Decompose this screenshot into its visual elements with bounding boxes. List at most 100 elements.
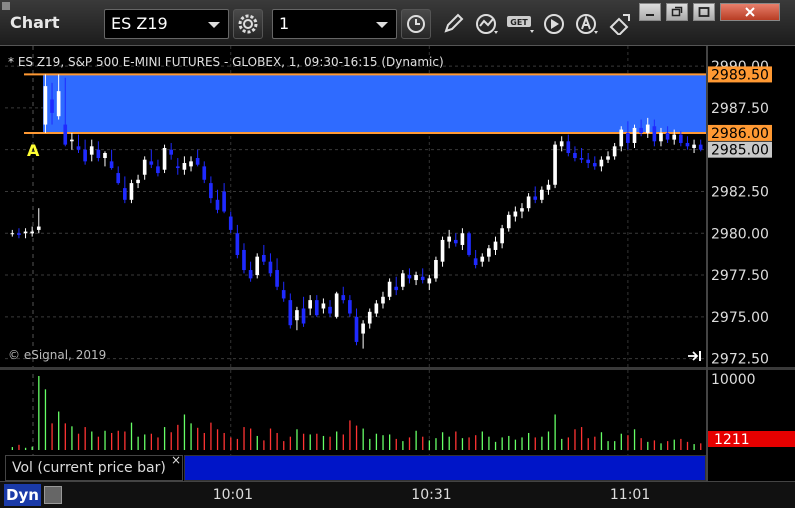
settings-button[interactable] — [233, 9, 263, 39]
x-tick-label: 10:01 — [212, 487, 254, 503]
close-window-button[interactable] — [720, 3, 780, 21]
candle-body — [328, 306, 332, 314]
candle-body — [526, 196, 531, 209]
pane-divider — [0, 367, 795, 370]
volume-bar — [455, 431, 457, 450]
candle-body — [142, 159, 147, 175]
volume-bar — [124, 431, 126, 450]
volume-study-label[interactable]: Vol (current price bar) — [5, 455, 183, 481]
candle-body — [586, 159, 590, 164]
candle-body — [314, 300, 319, 316]
candle-body — [407, 275, 412, 279]
candle-body — [361, 323, 365, 334]
line-chart-icon — [476, 14, 498, 34]
candle-body — [83, 149, 87, 162]
volume-bar — [230, 437, 232, 450]
restore-icon — [671, 6, 683, 17]
candle-body — [235, 233, 240, 255]
volume-bar — [223, 432, 225, 450]
maximize-window-button[interactable] — [693, 3, 715, 21]
price-chart[interactable]: 2990.002987.502985.002982.502980.002977.… — [0, 46, 795, 481]
volume-bar — [249, 428, 252, 450]
draw-tools-button[interactable] — [438, 9, 468, 39]
window-menu-icon[interactable] — [2, 2, 10, 10]
dynamic-button[interactable]: Dyn — [4, 484, 41, 506]
volume-bar — [336, 431, 338, 450]
y-tick-label: 2972.50 — [711, 352, 769, 368]
candle-body — [460, 233, 465, 245]
volume-bar — [521, 437, 523, 450]
candle-body — [692, 144, 696, 148]
get-data-button[interactable]: GET — [506, 9, 536, 39]
candle-body — [36, 226, 41, 230]
link-button[interactable] — [605, 9, 635, 39]
candle-body — [23, 231, 28, 234]
candle-body — [228, 216, 233, 230]
volume-bar — [375, 433, 378, 450]
lock-icon[interactable] — [44, 486, 62, 504]
volume-bar — [441, 432, 444, 450]
candle-body — [202, 166, 207, 180]
volume-bar — [448, 436, 450, 450]
restore-window-button[interactable] — [666, 3, 688, 21]
candle-body — [321, 303, 326, 309]
candle-body — [103, 153, 107, 159]
candle-body — [30, 231, 34, 234]
get-icon: GET — [507, 16, 534, 33]
y-tick-label: 2980.00 — [711, 226, 769, 242]
symbol-value: ES Z19 — [111, 14, 168, 33]
replay-button[interactable] — [539, 9, 569, 39]
volume-bar — [342, 434, 344, 450]
candle-body — [401, 273, 405, 287]
volume-bar — [316, 433, 318, 450]
candle-body — [222, 191, 226, 212]
play-icon — [544, 14, 564, 34]
candle-body — [10, 233, 15, 235]
chevron-down-icon — [208, 22, 220, 28]
axis-divider — [706, 46, 708, 481]
volume-bar — [627, 435, 629, 450]
studies-button[interactable] — [472, 9, 502, 39]
symbol-select[interactable]: ES Z19 — [104, 9, 229, 39]
candle-body — [70, 139, 74, 142]
volume-bar — [481, 431, 483, 450]
candle-body — [440, 239, 445, 262]
y-tick-label: 2987.50 — [711, 101, 769, 117]
volume-bar — [408, 437, 411, 450]
volume-bar — [51, 423, 53, 450]
candle-body — [182, 163, 187, 170]
volume-bar — [402, 441, 404, 450]
close-study-button[interactable]: × — [171, 453, 181, 467]
volume-bar — [508, 435, 510, 450]
volume-bar — [561, 438, 563, 450]
volume-bar — [91, 431, 93, 450]
volume-bar — [58, 411, 60, 450]
candle-body — [136, 179, 140, 184]
volume-bar — [150, 433, 153, 450]
candle-body — [506, 214, 511, 229]
current-price-label: 2985.00 — [711, 143, 769, 159]
chart-toolbar: Chart ES Z19 1 GET — [0, 0, 795, 46]
volume-bar — [422, 436, 424, 450]
candle-body — [387, 281, 392, 297]
candle-body — [467, 233, 471, 255]
volume-bar — [501, 437, 503, 450]
minimize-window-button[interactable] — [639, 3, 661, 21]
volume-bar — [296, 429, 298, 450]
volume-bar — [144, 434, 146, 450]
x-tick-label: 10:31 — [411, 487, 452, 503]
volume-bar — [24, 447, 27, 450]
volume-bar — [38, 376, 40, 450]
alerts-button[interactable] — [572, 9, 602, 39]
volume-bar — [461, 438, 464, 450]
volume-bar — [302, 433, 305, 450]
volume-bar — [283, 441, 285, 450]
time-template-button[interactable] — [401, 9, 431, 39]
volume-bar — [620, 433, 622, 450]
candle-body — [275, 270, 279, 287]
candle-body — [592, 163, 597, 167]
volume-bar — [236, 438, 239, 450]
volume-bar — [369, 438, 371, 450]
candle-body — [156, 166, 160, 174]
interval-select[interactable]: 1 — [272, 9, 397, 39]
